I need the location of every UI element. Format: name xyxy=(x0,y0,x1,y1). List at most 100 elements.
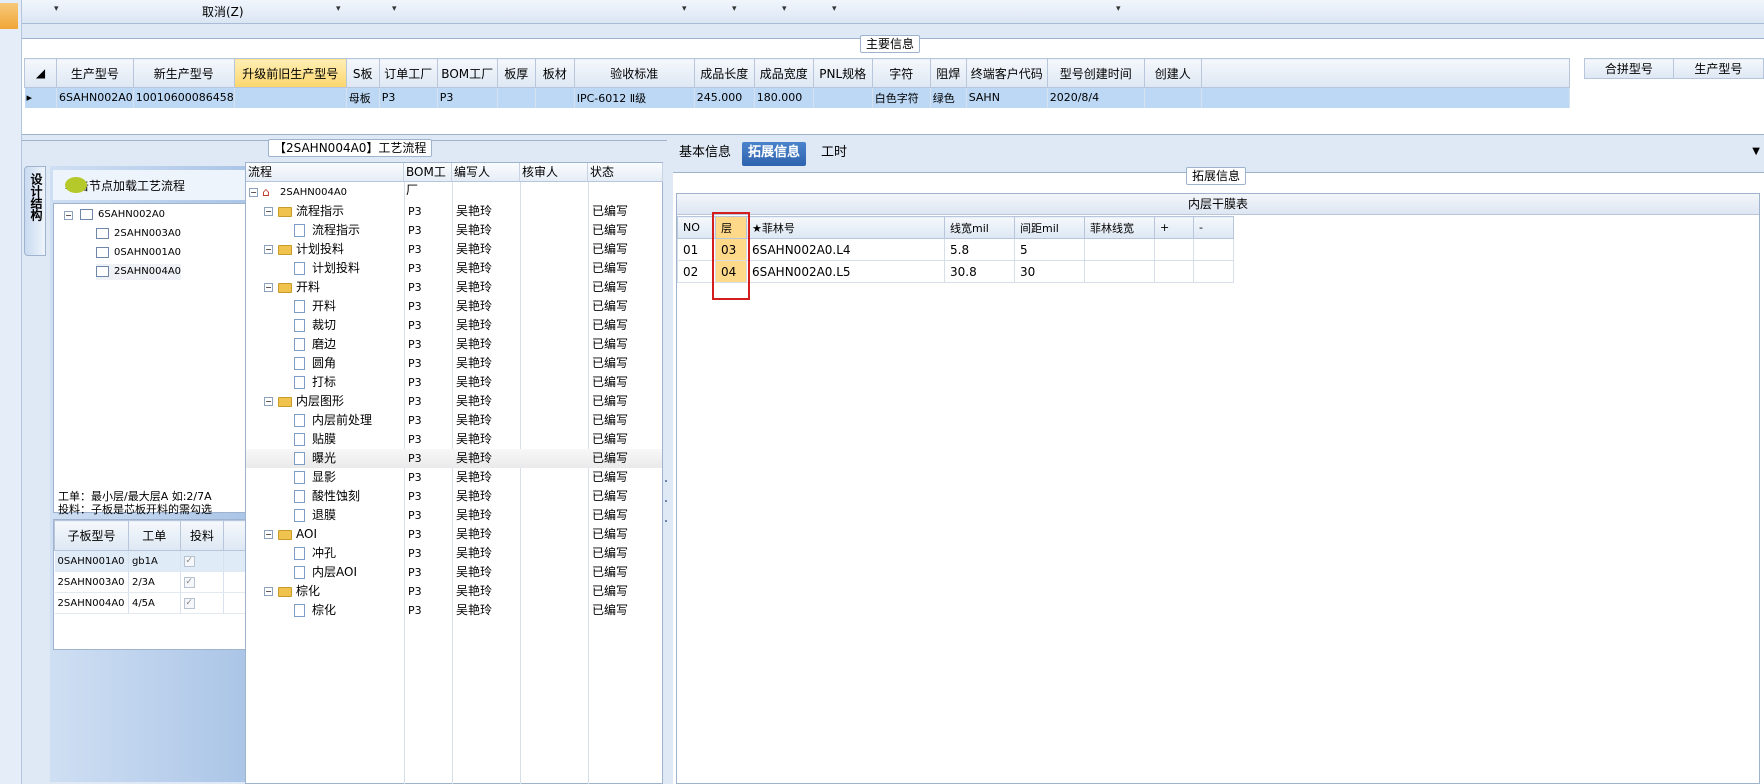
col-header[interactable]: 升级前旧生产型号 xyxy=(233,58,347,88)
table-row[interactable]: ▸ 6SAHN002A0 10010600086458 母板 P3 P3 IPC… xyxy=(24,87,1570,108)
collapse-toggle-icon[interactable]: − xyxy=(264,283,273,292)
cell[interactable]: 6SAHN002A0 xyxy=(56,87,134,108)
cell[interactable]: P3 xyxy=(379,87,438,108)
col-header[interactable]: 编写人 xyxy=(452,163,520,182)
cell[interactable]: IPC-6012 Ⅱ级 xyxy=(574,87,695,108)
col-header[interactable]: 工单 xyxy=(127,520,181,551)
cell[interactable]: 10010600086458 xyxy=(133,87,235,108)
dropdown-arrow[interactable]: ▾ xyxy=(782,4,787,14)
col-header[interactable]: 生产型号 xyxy=(1672,58,1764,79)
process-row[interactable]: 冲孔 P3 吴艳玲 已编写 xyxy=(246,544,662,563)
process-row[interactable]: 棕化 P3 吴艳玲 已编写 xyxy=(246,601,662,620)
col-header[interactable]: 成品宽度 xyxy=(753,58,814,88)
dropdown-arrow[interactable]: ▾ xyxy=(336,4,341,14)
tab-work-hours[interactable]: 工时 xyxy=(815,142,853,166)
tree-node-selected[interactable]: 2SAHN004A0 xyxy=(96,264,182,280)
col-header[interactable]: 合拼型号 xyxy=(1584,58,1674,79)
process-row[interactable]: − 流程指示 P3 吴艳玲 已编写 xyxy=(246,202,662,221)
col-header[interactable]: 验收标准 xyxy=(573,58,695,88)
tree-node[interactable]: 0SAHN001A0 xyxy=(96,245,181,261)
process-row[interactable]: 显影 P3 吴艳玲 已编写 xyxy=(246,468,662,487)
tab-extended-info[interactable]: 拓展信息 xyxy=(742,142,807,166)
col-header[interactable]: 成品长度 xyxy=(693,58,755,88)
cell[interactable]: 5 xyxy=(1014,238,1085,261)
process-row[interactable]: − 内层图形 P3 吴艳玲 已编写 xyxy=(246,392,662,411)
process-row[interactable]: 贴膜 P3 吴艳玲 已编写 xyxy=(246,430,662,449)
col-header[interactable]: BOM工厂 xyxy=(436,58,498,88)
cell[interactable] xyxy=(813,87,873,108)
cell[interactable] xyxy=(497,87,536,108)
cell[interactable]: 180.000 xyxy=(754,87,814,108)
cell[interactable]: 30.8 xyxy=(944,260,1015,283)
process-row[interactable]: 退膜 P3 吴艳玲 已编写 xyxy=(246,506,662,525)
col-header[interactable]: 生产型号 xyxy=(56,58,134,88)
cell[interactable] xyxy=(234,87,347,108)
remove-column-button[interactable]: - xyxy=(1193,216,1234,239)
col-header[interactable]: 终端客户代码 xyxy=(965,58,1048,88)
dropdown-arrow[interactable]: ▾ xyxy=(732,4,737,14)
cell[interactable]: 245.000 xyxy=(694,87,755,108)
cell[interactable]: 2SAHN004A0 xyxy=(54,592,129,614)
col-header[interactable]: 间距mil xyxy=(1014,216,1085,239)
col-header[interactable]: S板 xyxy=(345,58,380,88)
cell[interactable] xyxy=(1193,260,1234,283)
collapse-toggle-icon[interactable]: − xyxy=(264,245,273,254)
cell[interactable] xyxy=(1144,87,1202,108)
col-header[interactable]: 阻焊 xyxy=(929,58,967,88)
table-row[interactable]: 02 04 6SAHN002A0.L5 30.8 30 xyxy=(677,260,1234,283)
dropdown-arrow[interactable]: ▾ xyxy=(54,4,59,14)
feed-checkbox[interactable]: ✓ xyxy=(183,556,195,567)
dropdown-arrow[interactable]: ▾ xyxy=(682,4,687,14)
cell[interactable] xyxy=(535,87,575,108)
cell[interactable] xyxy=(1193,238,1234,261)
process-row[interactable]: − 棕化 P3 吴艳玲 已编写 xyxy=(246,582,662,601)
col-header[interactable]: NO xyxy=(677,216,716,239)
cell[interactable]: 绿色 xyxy=(930,87,967,108)
cell[interactable]: 5.8 xyxy=(944,238,1015,261)
cell[interactable]: 0SAHN001A0 xyxy=(54,550,129,572)
add-column-button[interactable]: + xyxy=(1154,216,1194,239)
table-row[interactable]: 2SAHN004A0 4/5A ✓ xyxy=(54,592,260,614)
collapse-toggle-icon[interactable]: − xyxy=(264,530,273,539)
design-structure-tab[interactable]: 设计结构 xyxy=(24,166,46,256)
cell[interactable]: 6SAHN002A0.L4 xyxy=(746,238,945,261)
col-header[interactable]: 流程 xyxy=(246,163,404,182)
table-row[interactable]: 0SAHN001A0 gb1A ✓ xyxy=(54,550,260,572)
collapse-toggle-icon[interactable]: − xyxy=(249,188,258,197)
cell[interactable]: 白色字符 xyxy=(872,87,931,108)
col-header[interactable]: 创建人 xyxy=(1143,58,1202,88)
col-header[interactable]: PNL规格 xyxy=(812,58,873,88)
cell[interactable]: 02 xyxy=(677,260,716,283)
feed-checkbox[interactable]: ✓ xyxy=(183,577,195,588)
process-row[interactable]: 磨边 P3 吴艳玲 已编写 xyxy=(246,335,662,354)
col-header[interactable]: 子板型号 xyxy=(54,520,129,551)
process-row[interactable]: 开料 P3 吴艳玲 已编写 xyxy=(246,297,662,316)
col-header[interactable]: 新生产型号 xyxy=(132,58,235,88)
cell[interactable]: gb1A xyxy=(128,550,181,572)
process-row[interactable]: 内层前处理 P3 吴艳玲 已编写 xyxy=(246,411,662,430)
process-row[interactable]: 裁切 P3 吴艳玲 已编写 xyxy=(246,316,662,335)
process-row[interactable]: − 计划投料 P3 吴艳玲 已编写 xyxy=(246,240,662,259)
col-header[interactable]: 线宽mil xyxy=(944,216,1015,239)
dropdown-arrow[interactable]: ▾ xyxy=(832,4,837,14)
cell[interactable]: 4/5A xyxy=(128,592,181,614)
cell[interactable]: 30 xyxy=(1014,260,1085,283)
process-row[interactable]: 曝光 P3 吴艳玲 已编写 xyxy=(246,449,662,468)
col-header[interactable]: 核审人 xyxy=(520,163,588,182)
process-row[interactable]: 流程指示 P3 吴艳玲 已编写 xyxy=(246,221,662,240)
cell[interactable]: 01 xyxy=(677,238,716,261)
tree-node[interactable]: 6SAHN002A0 xyxy=(80,207,165,223)
dropdown-arrow[interactable]: ▾ xyxy=(392,4,397,14)
col-header[interactable]: 型号创建时间 xyxy=(1046,58,1145,88)
process-row[interactable]: − AOI P3 吴艳玲 已编写 xyxy=(246,525,662,544)
collapse-toggle-icon[interactable]: − xyxy=(264,587,273,596)
process-row[interactable]: 圆角 P3 吴艳玲 已编写 xyxy=(246,354,662,373)
col-header[interactable]: 板材 xyxy=(534,58,575,88)
col-header[interactable]: 订单工厂 xyxy=(378,58,438,88)
cell[interactable]: SAHN xyxy=(966,87,1048,108)
table-row[interactable]: 01 03 6SAHN002A0.L4 5.8 5 xyxy=(677,238,1234,261)
col-header[interactable]: BOM工厂 xyxy=(404,163,452,197)
process-row[interactable]: 打标 P3 吴艳玲 已编写 xyxy=(246,373,662,392)
col-header[interactable]: ★菲林号 xyxy=(746,216,945,239)
col-header[interactable]: 投料 xyxy=(179,520,225,551)
